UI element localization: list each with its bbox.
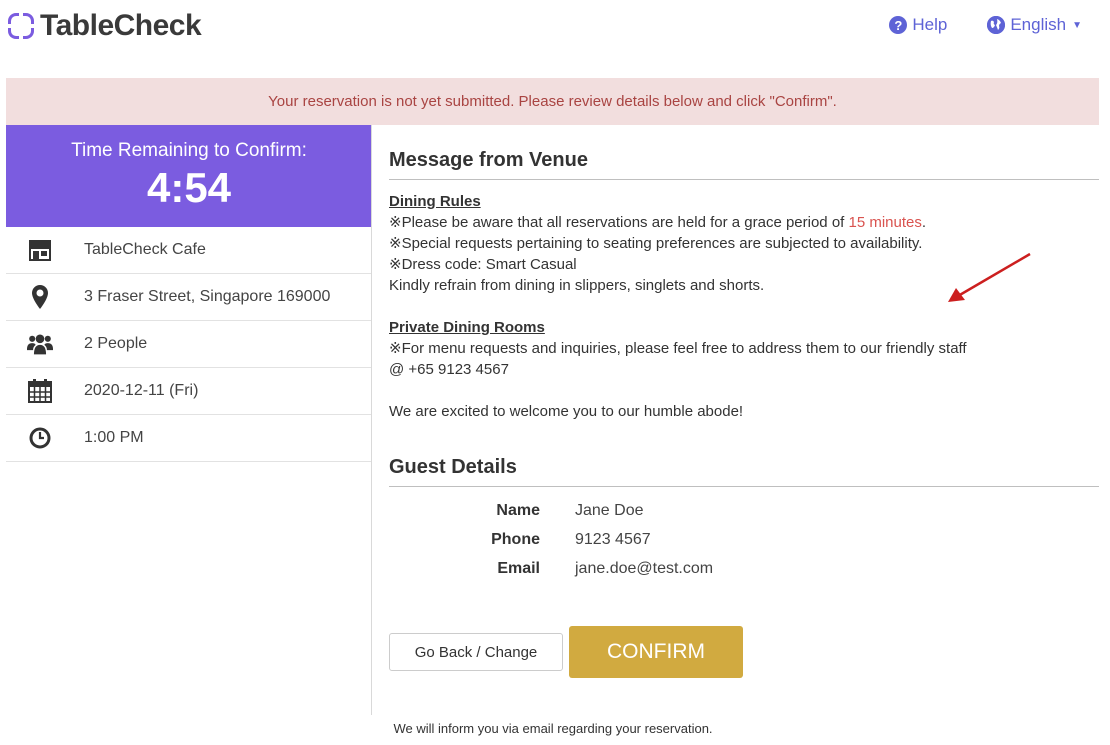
header: TableCheck ? Help English ▼ — [0, 0, 1110, 56]
help-link[interactable]: ? Help — [889, 15, 947, 35]
alert-message: Your reservation is not yet submitted. P… — [268, 93, 837, 110]
logo-icon — [8, 13, 34, 39]
question-circle-icon: ? — [889, 16, 908, 34]
annotation-arrow-icon — [948, 252, 1031, 302]
info-row-address: 3 Fraser Street, Singapore 169000 — [6, 274, 372, 321]
store-icon — [27, 237, 53, 263]
rule-grace-suffix: . — [921, 214, 927, 231]
language-selector[interactable]: English ▼ — [987, 15, 1082, 35]
guest-phone-label: Phone — [491, 530, 540, 548]
logo-text: TableCheck — [40, 9, 202, 42]
guest-email-value: jane.doe@test.com — [575, 559, 714, 577]
private-dining-phone: @ +65 9123 4567 — [389, 361, 509, 378]
guest-phone-value: 9123 4567 — [575, 530, 651, 548]
private-dining-info: ※For menu requests and inquiries, please… — [389, 340, 967, 357]
timer-value: 4:54 — [146, 164, 232, 211]
info-row-venue: TableCheck Cafe — [6, 227, 372, 274]
venue-name: TableCheck Cafe — [84, 241, 206, 258]
go-back-change-button[interactable]: Go Back / Change — [389, 633, 563, 671]
main-content: Message from Venue Dining Rules ※Please … — [389, 125, 1099, 583]
reservation-time: 1:00 PM — [84, 429, 144, 446]
reservation-alert: Your reservation is not yet submitted. P… — [6, 78, 1099, 125]
top-nav: ? Help English ▼ — [889, 15, 1082, 35]
reservation-summary-sidebar: Time Remaining to Confirm: 4:54 TableChe… — [6, 125, 372, 715]
confirm-button[interactable]: CONFIRM — [569, 626, 743, 678]
guest-email-label: Email — [497, 559, 540, 577]
dining-rules-heading: Dining Rules — [389, 193, 481, 210]
tablecheck-logo[interactable]: TableCheck — [8, 9, 202, 43]
welcome-message: We are excited to welcome you to our hum… — [389, 403, 744, 420]
venue-message-title: Message from Venue — [389, 125, 1099, 180]
venue-message-body: Dining Rules ※Please be aware that all r… — [389, 191, 1099, 422]
venue-address: 3 Fraser Street, Singapore 169000 — [84, 288, 331, 305]
guest-details-title: Guest Details — [389, 441, 1099, 487]
reservation-date: 2020-12-11 (Fri) — [84, 382, 199, 399]
guest-details-table: Name Jane Doe Phone 9123 4567 Email jane… — [389, 496, 1099, 583]
rule-grace-text: ※Please be aware that all reservations a… — [389, 214, 849, 231]
people-icon — [27, 331, 53, 357]
language-label: English — [1010, 15, 1067, 34]
guest-row-email: Email jane.doe@test.com — [389, 554, 1099, 583]
help-label: Help — [912, 15, 948, 34]
timer-label: Time Remaining to Confirm: — [71, 140, 307, 161]
map-pin-icon — [27, 284, 53, 310]
caret-down-icon: ▼ — [1072, 19, 1082, 31]
calendar-icon — [27, 378, 53, 404]
info-row-time: 1:00 PM — [6, 415, 372, 462]
column-divider — [371, 125, 372, 715]
info-row-date: 2020-12-11 (Fri) — [6, 368, 372, 415]
info-row-party-size: 2 People — [6, 321, 372, 368]
globe-icon — [987, 16, 1006, 34]
reservation-info-list: TableCheck Cafe 3 Fraser Street, Singapo… — [6, 227, 372, 462]
email-notice: We will inform you via email regarding y… — [393, 721, 713, 736]
dining-rule-grace-period: ※Please be aware that all reservations a… — [389, 212, 1099, 233]
clock-icon — [27, 425, 53, 451]
guest-name-value: Jane Doe — [575, 501, 644, 519]
confirm-timer: Time Remaining to Confirm: 4:54 — [6, 125, 372, 227]
grace-period-highlight: 15 minutes — [848, 214, 922, 231]
form-actions: Go Back / Change CONFIRM — [389, 626, 743, 678]
guest-row-name: Name Jane Doe — [389, 496, 1099, 525]
party-size: 2 People — [84, 335, 148, 352]
private-dining-heading: Private Dining Rooms — [389, 319, 545, 336]
guest-name-label: Name — [496, 501, 540, 519]
guest-row-phone: Phone 9123 4567 — [389, 525, 1099, 554]
